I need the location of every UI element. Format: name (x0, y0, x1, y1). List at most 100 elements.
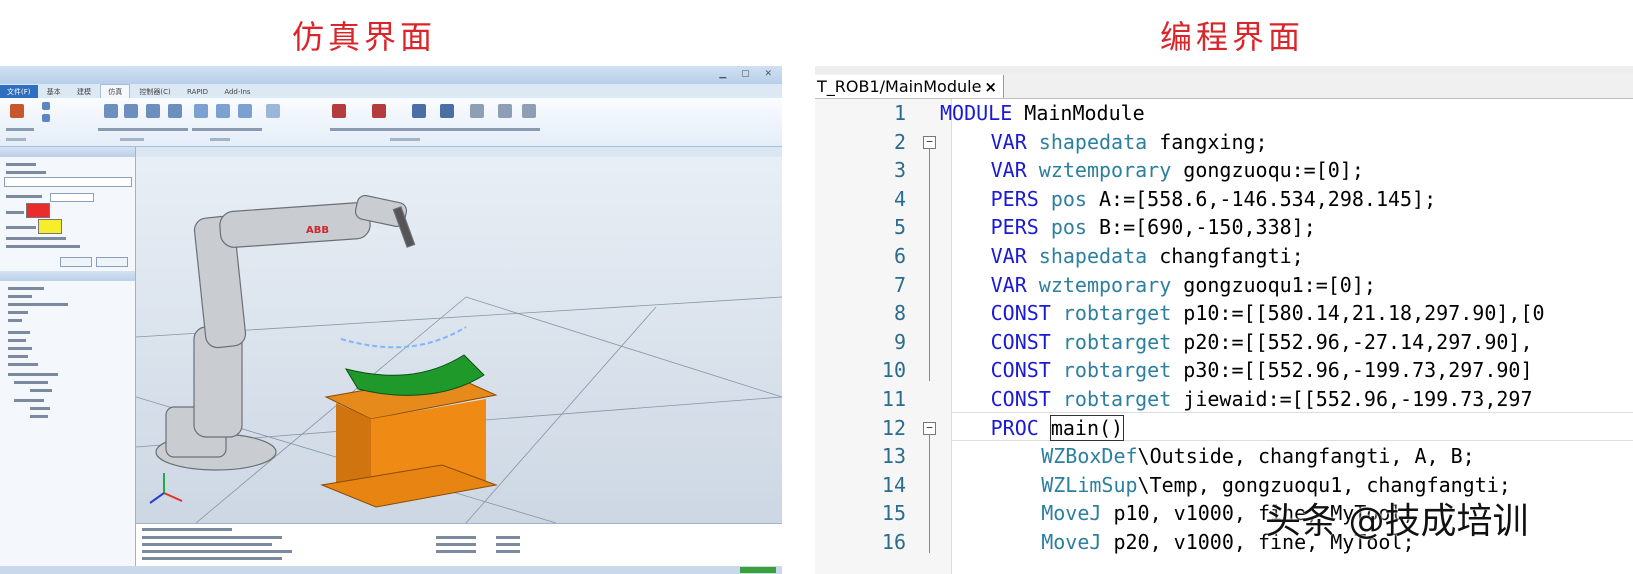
ribbon-group-label (390, 138, 420, 141)
tree-item[interactable] (14, 381, 48, 384)
code-line[interactable]: 1 MODULE MainModule (815, 99, 1633, 128)
ribbon-tab[interactable]: RAPID (180, 86, 215, 98)
tree-item[interactable] (8, 347, 32, 350)
code-text: CONST robtarget jiewaid:=[[552.96,-199.7… (991, 385, 1533, 414)
tree-item[interactable] (8, 331, 30, 334)
add-target-icon[interactable] (42, 102, 50, 110)
3d-viewport[interactable]: ABB (136, 147, 782, 523)
color-swatch-red[interactable] (26, 203, 50, 218)
fold-guide (929, 148, 930, 382)
code-line[interactable]: 8 CONST robtarget p10:=[[580.14,21.18,297… (815, 299, 1633, 328)
tree-item[interactable] (8, 319, 22, 322)
signal-analyzer-icon[interactable] (216, 104, 230, 118)
code-line[interactable]: 2 VAR shapedata fangxing; − (815, 128, 1633, 157)
ribbon-tab[interactable]: 基本 (40, 85, 68, 99)
fold-minus-icon[interactable]: − (923, 135, 936, 149)
code-rest: p20:=[[552.96,-27.14,297.90], (1171, 329, 1533, 354)
tcp-trace-icon[interactable] (238, 104, 252, 118)
collision-set-icon[interactable] (470, 104, 484, 118)
type-token: wztemporary (1038, 272, 1172, 297)
code-rest: main() (1049, 414, 1125, 441)
tree-item[interactable] (14, 399, 44, 402)
robot-brand-label: ABB (306, 225, 329, 236)
record-icon[interactable] (266, 104, 280, 118)
code-rest: p10:=[[580.14,21.18,297.90],[0 (1171, 301, 1545, 326)
ribbon-tab[interactable]: 仿真 (100, 84, 131, 99)
panel-select[interactable] (50, 193, 94, 202)
record-app-icon[interactable] (332, 104, 346, 118)
line-number: 12 (881, 415, 906, 440)
ribbon-tab[interactable]: 文件(F) (0, 85, 38, 99)
tree-item[interactable] (30, 407, 50, 410)
io-simulator-icon[interactable] (194, 104, 208, 118)
panel-button[interactable] (60, 257, 92, 267)
code-line[interactable]: 11 CONST robtarget jiewaid:=[[552.96,-199… (815, 385, 1633, 414)
pause-icon[interactable] (124, 104, 138, 118)
color-swatch-yellow[interactable] (38, 219, 62, 234)
type-token: shapedata (1038, 244, 1148, 268)
code-text: WZBoxDef\Outside, changfangti, A, B; (1041, 442, 1474, 471)
activate-icon[interactable] (42, 114, 50, 122)
type-token: robtarget (1062, 358, 1172, 383)
tree-item[interactable] (8, 373, 58, 376)
tree-item[interactable] (8, 303, 68, 306)
tab-mainmodule[interactable]: T_ROB1/MainModule × (815, 75, 1004, 98)
save-recording-icon[interactable] (440, 104, 454, 118)
tree-item[interactable] (8, 363, 38, 366)
station-logic-icon[interactable] (10, 104, 24, 118)
record-graphics-icon[interactable] (372, 104, 386, 118)
type-token: MoveJ (1041, 501, 1102, 526)
simulation-window: ▁ ▢ ✕ 文件(F) 基本 建模 仿真 控制器(C) RAPID Add-In… (0, 66, 782, 574)
ribbon-group-label (120, 138, 144, 141)
panel-button[interactable] (96, 257, 128, 267)
code-line[interactable]: 3 VAR wztemporary gongzuoqu:=[0]; (815, 156, 1633, 185)
tree-item[interactable] (8, 355, 28, 358)
code-line[interactable]: 4 PERS pos A:=[558.6,-146.534,298.145]; (815, 185, 1633, 214)
ribbon-tab[interactable]: 建模 (70, 85, 98, 99)
line-number: 3 (893, 158, 906, 183)
code-line[interactable]: 9 CONST robtarget p20:=[[552.96,-27.14,29… (815, 328, 1633, 357)
tree-item[interactable] (30, 415, 48, 418)
tree-item[interactable] (8, 311, 28, 314)
code-line[interactable]: 6 VAR shapedata changfangti; (815, 242, 1633, 271)
panel-text (6, 237, 66, 240)
sim-side-panel (0, 147, 136, 574)
output-row (142, 550, 292, 553)
code-line[interactable]: 12 PROC main() − (815, 414, 1633, 443)
monitor-icon[interactable] (522, 104, 536, 118)
ribbon-tab[interactable]: Add-Ins (217, 86, 257, 98)
line-number: 11 (881, 387, 906, 411)
type-token: robtarget (1062, 329, 1172, 354)
code-line[interactable]: 13 WZBoxDef\Outside, changfangti, A, B; (815, 442, 1633, 471)
reset-icon[interactable] (168, 104, 182, 118)
output-row (436, 550, 476, 553)
keyword-token: VAR (990, 244, 1027, 268)
play-icon[interactable] (104, 104, 118, 118)
sim-title-bar: ▁ ▢ ✕ (0, 66, 782, 84)
code-line[interactable]: 10 CONST robtarget p30:=[[552.96,-199.73,… (815, 356, 1633, 385)
stop-icon[interactable] (146, 104, 160, 118)
window-controls[interactable]: ▁ ▢ ✕ (719, 69, 778, 79)
code-line[interactable]: 7 VAR wztemporary gongzuoqu1:=[0]; (815, 271, 1633, 300)
sim-ribbon (0, 98, 782, 147)
tree-item[interactable] (8, 295, 32, 298)
code-rest: gongzuoqu1:=[0]; (1171, 272, 1376, 297)
conveyor-icon[interactable] (498, 104, 512, 118)
ribbon-group-label (210, 138, 230, 141)
tree-panel-header (0, 271, 135, 281)
code-rest: gongzuoqu:=[0]; (1171, 158, 1364, 183)
view-recording-icon[interactable] (412, 104, 426, 118)
code-line[interactable]: 5 PERS pos B:=[690,-150,338]; (815, 213, 1633, 242)
keyword-token: VAR (990, 158, 1027, 183)
tree-item[interactable] (30, 389, 52, 392)
fold-minus-icon[interactable]: − (923, 421, 936, 435)
close-icon[interactable]: × (984, 78, 997, 96)
panel-input[interactable] (4, 177, 132, 187)
tree-item[interactable] (8, 339, 26, 342)
controller-status-badge (740, 567, 776, 573)
ribbon-tab[interactable]: 控制器(C) (132, 85, 177, 99)
tool-path (340, 326, 467, 349)
keyword-token: VAR (990, 272, 1027, 297)
tree-item[interactable] (8, 287, 44, 290)
code-text: CONST robtarget p20:=[[552.96,-27.14,297… (991, 328, 1533, 357)
